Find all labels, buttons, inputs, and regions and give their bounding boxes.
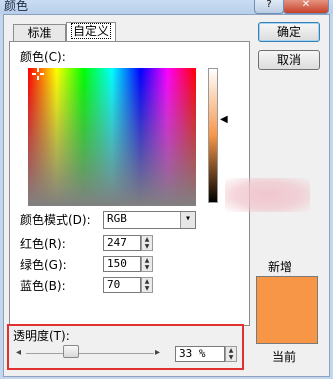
- arrow-left-icon[interactable]: ◂: [16, 347, 21, 358]
- window-title: 颜色: [4, 0, 29, 13]
- new-label: 新增: [268, 260, 293, 274]
- transparency-input[interactable]: 33 %: [175, 346, 225, 362]
- color-model-select[interactable]: RGB ▾: [103, 211, 196, 229]
- colors-label: 颜色(C):: [20, 50, 66, 64]
- red-label: 红色(R):: [20, 237, 66, 251]
- green-label: 绿色(G):: [20, 258, 67, 272]
- chevron-down-icon[interactable]: ▾: [180, 212, 195, 228]
- redaction-blur: [225, 178, 310, 212]
- tab-custom-label: 自定义: [70, 23, 111, 39]
- current-label: 当前: [272, 350, 297, 364]
- transparency-label: 透明度(T):: [13, 329, 70, 343]
- crosshair-icon: [32, 68, 44, 80]
- color-model-label: 颜色模式(D):: [20, 213, 91, 227]
- new-color-swatch: [256, 276, 318, 344]
- green-spinner[interactable]: ▲ ▼: [141, 256, 153, 272]
- transparency-slider-thumb[interactable]: [63, 345, 79, 358]
- blue-input[interactable]: 70: [103, 277, 141, 293]
- arrow-right-icon[interactable]: ▸: [155, 347, 160, 358]
- green-input[interactable]: 150: [103, 256, 141, 272]
- luminance-slider[interactable]: [208, 68, 218, 203]
- cancel-button[interactable]: 取消: [258, 50, 320, 70]
- close-button[interactable]: ✕: [283, 0, 329, 14]
- color-spectrum[interactable]: [28, 68, 196, 206]
- help-button[interactable]: ?: [254, 0, 284, 14]
- transparency-track[interactable]: [26, 353, 154, 354]
- tab-custom[interactable]: 自定义: [66, 22, 116, 42]
- red-input[interactable]: 247: [103, 235, 141, 251]
- red-spinner[interactable]: ▲ ▼: [141, 235, 153, 251]
- transparency-spinner[interactable]: ▲ ▼: [225, 346, 237, 362]
- blue-label: 蓝色(B):: [20, 279, 66, 293]
- ok-button[interactable]: 确定: [258, 22, 320, 42]
- blue-spinner[interactable]: ▲ ▼: [141, 277, 153, 293]
- luminance-pointer-icon[interactable]: ◀: [220, 114, 228, 125]
- tab-standard[interactable]: 标准: [13, 24, 66, 42]
- color-model-value: RGB: [107, 212, 127, 225]
